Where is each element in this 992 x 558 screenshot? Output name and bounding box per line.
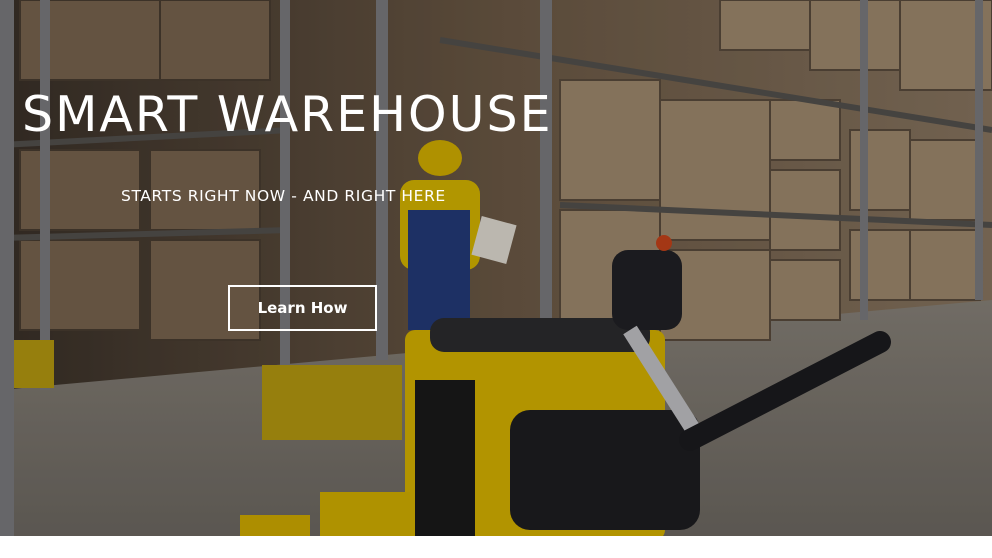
image-overlay	[0, 0, 992, 536]
page-bottom-edge	[0, 536, 992, 558]
hero-title: SMART WAREHOUSE	[22, 86, 553, 143]
learn-how-button[interactable]: Learn How	[228, 285, 377, 331]
hero-banner: SMART WAREHOUSE STARTS RIGHT NOW - AND R…	[0, 0, 992, 536]
hero-subtitle: STARTS RIGHT NOW - AND RIGHT HERE	[121, 187, 446, 205]
